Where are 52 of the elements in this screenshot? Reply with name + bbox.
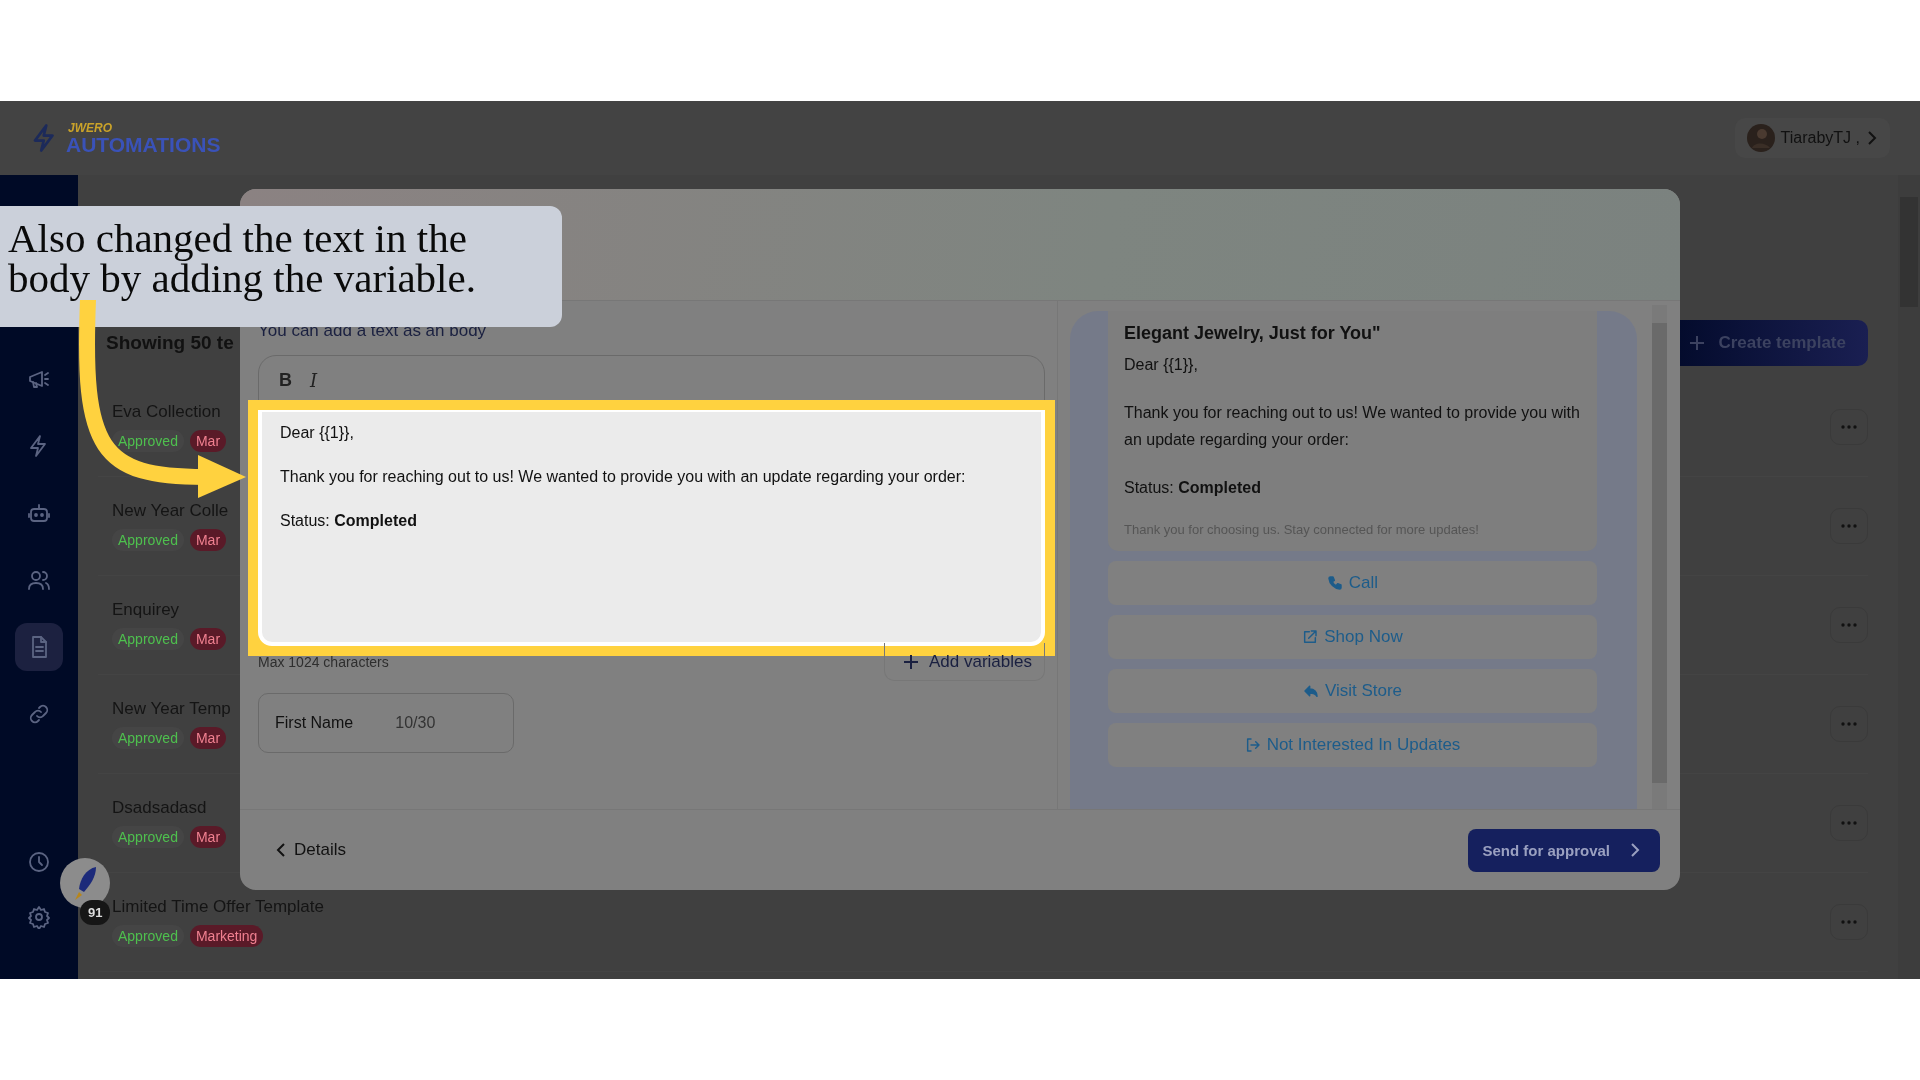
category-tag: Mar [189,628,227,650]
more-options-button[interactable] [1830,508,1868,544]
chevron-left-icon [276,843,286,857]
category-tag: Mar [189,826,227,848]
category-tag: Marketing [189,925,264,947]
status-tag: Approved [112,727,184,749]
more-options-button[interactable] [1830,706,1868,742]
more-icon [1841,425,1857,429]
sidebar-document-icon[interactable] [15,623,63,671]
plus-icon [903,653,919,670]
status-tag: Approved [112,826,184,848]
more-options-button[interactable] [1830,805,1868,841]
more-options-button[interactable] [1830,409,1868,445]
italic-button[interactable]: I [308,369,320,391]
status-tag: Approved [112,529,184,551]
more-icon [1841,623,1857,627]
body-paragraph: Dear {{1}}, [280,424,355,442]
body-paragraph: Status: Completed [280,512,418,530]
status-tag: Approved [112,628,184,650]
chevron-right-icon [1630,843,1640,857]
body-paragraph: Thank you for reaching out to us! We wanted to provide you with an update regarding your order: [280,468,967,486]
more-options-button[interactable] [1830,607,1868,643]
more-icon [1841,821,1857,825]
avatar-icon [1746,124,1775,152]
message-title: Elegant Jewelry, Just for You" [1124,323,1382,344]
external-link-icon [1302,628,1319,645]
logo-title: AUTOMATIONS [66,133,221,155]
category-tag: Mar [189,529,227,551]
message-paragraph: Dear {{1}}, [1124,355,1199,375]
logo-subtitle: JWERO [67,121,113,134]
category-tag: Mar [189,727,227,749]
exit-icon [1244,736,1261,753]
message-paragraph: Status: Completed [1124,478,1262,499]
chevron-right-icon [1866,131,1878,145]
more-icon [1841,722,1857,726]
bold-button[interactable]: B [277,369,294,391]
more-icon [1841,920,1857,924]
category-tag: Mar [189,430,227,452]
character-count: 10/30 [395,714,436,732]
variable-field[interactable]: First Name 10/30 [258,693,514,753]
character-limit: Max 1024 characters [258,654,389,670]
phone-icon [1326,574,1343,591]
send-for-approval-button[interactable]: Send for approval [1468,828,1660,872]
status-tag: Approved [112,430,184,452]
more-icon [1841,524,1857,528]
add-variables-button[interactable]: Add variables [884,643,1045,681]
plus-icon [1688,334,1707,352]
body-text-field[interactable]: Dear {{1}}, Thank you for reaching out to us! We wanted to provide you with an update regarding your order: Status: Completed [258,410,1045,646]
more-options-button[interactable] [1830,904,1868,940]
back-button[interactable]: Details [270,839,352,861]
message-paragraph: Thank you for reaching out to us! We wanted to provide you with an update regarding your order: [1124,403,1581,450]
status-tag: Approved [112,925,184,947]
